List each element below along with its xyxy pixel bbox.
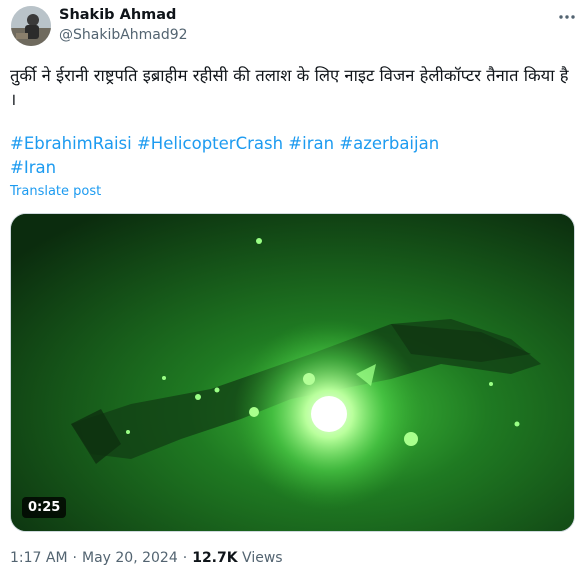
views-label: Views [242,550,283,566]
night-vision-video-frame [11,214,574,531]
hashtag-iran-lower[interactable]: #iran [288,134,334,153]
avatar-image [11,6,51,46]
tweet-metadata: 1:17 AM · May 20, 2024 · 12.7K Views [10,550,283,566]
avatar[interactable] [11,6,51,46]
tweet-date[interactable]: May 20, 2024 [82,550,178,566]
views-count: 12.7K [192,550,238,566]
tweet-time[interactable]: 1:17 AM [10,550,68,566]
tweet-text: तुर्की ने ईरानी राष्ट्रपति इब्राहीम रहीस… [10,66,569,109]
meta-separator: · [182,550,188,566]
hashtag-azerbaijan[interactable]: #azerbaijan [339,134,439,153]
hashtag-iran[interactable]: #Iran [10,158,56,177]
hashtag-helicoptercrash[interactable]: #HelicopterCrash [137,134,283,153]
author-name[interactable]: Shakib Ahmad [59,7,176,23]
more-icon[interactable] [556,6,578,28]
video-player[interactable] [10,213,575,532]
meta-separator: · [72,550,77,566]
author-handle[interactable]: @ShakibAhmad92 [59,27,188,43]
video-duration-badge: 0:25 [22,497,67,518]
translate-post-link[interactable]: Translate post [10,184,101,199]
hashtag-ebrahimraisi[interactable]: #EbrahimRaisi [10,134,132,153]
hashtag-list: #EbrahimRaisi #HelicopterCrash #iran #az… [10,132,576,180]
